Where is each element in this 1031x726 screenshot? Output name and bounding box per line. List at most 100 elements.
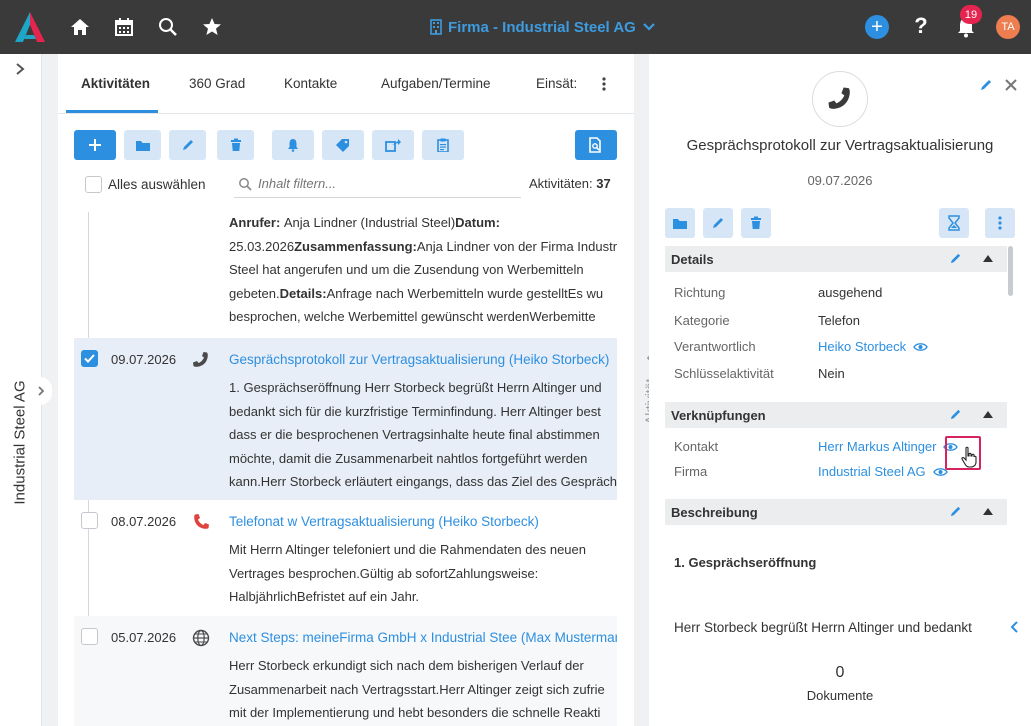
add-activity-button[interactable] bbox=[74, 130, 116, 160]
caret-up-icon[interactable] bbox=[983, 255, 993, 262]
entry-line: gebeten.Details:Anfrage nach Werbemittel… bbox=[229, 282, 617, 306]
entry-field-text: Steel hat angerufen und um die Zusendung… bbox=[229, 262, 584, 277]
chevron-down-icon[interactable] bbox=[642, 22, 656, 32]
eye-icon[interactable] bbox=[913, 342, 929, 352]
list-item[interactable]: 08.07.2026 Telefonat w Vertragsaktualisi… bbox=[74, 500, 617, 616]
list-item[interactable]: Anrufer: Anja Lindner (Industrial Steel)… bbox=[74, 209, 617, 339]
entry-field-text: Anja Lindner von der Firma Industri bbox=[416, 238, 617, 254]
edit-button[interactable] bbox=[169, 130, 206, 160]
entry-line: Zusammenarbeit nach Vertragsstart.Herr A… bbox=[229, 681, 605, 697]
entry-checkbox[interactable] bbox=[81, 512, 98, 529]
pencil-icon[interactable] bbox=[979, 78, 993, 92]
hourglass-icon bbox=[948, 215, 960, 231]
top-bar: Firma - Industrial Steel AG + ? 19 TA bbox=[0, 0, 1031, 54]
section-links-title: Verknüpfungen bbox=[671, 407, 766, 423]
entry-title-link[interactable]: Next Steps: meineFirma GmbH x Industrial… bbox=[229, 630, 617, 645]
chevron-right-icon[interactable] bbox=[13, 62, 27, 76]
entry-field-text: Anja Lindner (Industrial Steel) bbox=[283, 215, 456, 230]
phone-icon bbox=[828, 87, 850, 109]
list-item-selected[interactable]: 09.07.2026 Gesprächsprotokoll zur Vertra… bbox=[74, 338, 617, 500]
tag-button[interactable] bbox=[322, 130, 364, 160]
list-item[interactable]: 05.07.2026 Next Steps: meineFirma GmbH x… bbox=[74, 616, 617, 726]
more-tabs-icon[interactable] bbox=[594, 72, 614, 96]
check-icon bbox=[84, 354, 95, 363]
help-icon[interactable]: ? bbox=[910, 13, 932, 41]
section-description-title: Beschreibung bbox=[671, 504, 758, 520]
plus-icon bbox=[89, 139, 101, 151]
detail-scrollbar[interactable] bbox=[1008, 246, 1013, 296]
documents-label[interactable]: Dokumente bbox=[649, 688, 1031, 703]
section-details-header[interactable]: Details bbox=[665, 246, 1007, 272]
tab-tasks[interactable]: Aufgaben/Termine bbox=[381, 76, 491, 91]
detail-delete-button[interactable] bbox=[741, 208, 771, 238]
entry-date: 05.07.2026 bbox=[111, 630, 177, 645]
app-logo[interactable] bbox=[14, 11, 46, 43]
star-icon[interactable] bbox=[200, 15, 224, 39]
description-heading: 1. Gesprächseröffnung bbox=[674, 555, 817, 570]
page-title-text: Firma - Industrial Steel AG bbox=[448, 18, 636, 36]
pencil-icon[interactable] bbox=[949, 408, 962, 421]
page-title[interactable]: Firma - Industrial Steel AG bbox=[430, 0, 656, 54]
detail-edit-button[interactable] bbox=[703, 208, 733, 238]
folder-button[interactable] bbox=[124, 130, 161, 160]
pencil-icon bbox=[713, 218, 723, 228]
caret-up-icon[interactable] bbox=[983, 508, 993, 515]
detail-date: 09.07.2026 bbox=[807, 173, 873, 188]
select-all-checkbox[interactable] bbox=[85, 176, 102, 193]
pencil-icon[interactable] bbox=[949, 252, 962, 265]
folder-icon bbox=[673, 219, 687, 229]
report-button[interactable] bbox=[575, 130, 617, 160]
tab-activities[interactable]: Aktivitäten bbox=[81, 76, 150, 91]
section-description-header[interactable]: Beschreibung bbox=[665, 499, 1007, 525]
tab-360[interactable]: 360 Grad bbox=[189, 76, 245, 91]
entry-field-text: 25.03.2026 bbox=[229, 238, 295, 254]
activity-list-panel: Aktivitäten 360 Grad Kontakte Aufgaben/T… bbox=[58, 54, 634, 726]
tab-assignments[interactable]: Einsät: bbox=[536, 76, 577, 91]
detail-more-button[interactable] bbox=[985, 208, 1015, 238]
company-name: Industrial Steel AG bbox=[818, 464, 926, 479]
select-all-label: Alles auswählen bbox=[108, 177, 206, 192]
clipboard-button[interactable] bbox=[422, 130, 464, 160]
field-label: Schlüsselaktivität bbox=[674, 366, 774, 381]
create-button[interactable]: + bbox=[865, 15, 889, 39]
entry-title-link[interactable]: Gesprächsprotokoll zur Vertragsaktualisi… bbox=[229, 352, 609, 367]
chevron-right-icon bbox=[38, 386, 45, 396]
caret-up-icon[interactable] bbox=[983, 411, 993, 418]
responsible-link[interactable]: Heiko Storbeck bbox=[818, 339, 929, 354]
entry-title-link[interactable]: Telefonat w Vertragsaktualisierung (Heik… bbox=[229, 514, 539, 529]
filter-field[interactable] bbox=[234, 170, 521, 198]
filter-input[interactable] bbox=[258, 176, 498, 191]
contact-link[interactable]: Herr Markus Altinger bbox=[818, 439, 959, 454]
trash-icon bbox=[751, 216, 761, 229]
entry-line: Vertrages besprochen.Gültig ab sofortZah… bbox=[229, 565, 539, 581]
select-all[interactable]: Alles auswählen bbox=[85, 176, 206, 193]
field-label: Richtung bbox=[674, 285, 726, 300]
detail-folder-button[interactable] bbox=[665, 208, 695, 238]
home-icon[interactable] bbox=[68, 15, 92, 39]
eye-icon[interactable] bbox=[932, 467, 948, 477]
entry-checkbox[interactable] bbox=[81, 350, 98, 367]
entry-line: mit der Implementierung und hebt besonde… bbox=[229, 705, 601, 720]
bell-icon bbox=[288, 139, 298, 152]
folder-icon bbox=[135, 141, 150, 151]
avatar[interactable]: TA bbox=[996, 15, 1020, 39]
tab-contacts[interactable]: Kontakte bbox=[284, 76, 337, 91]
export-button[interactable] bbox=[372, 130, 414, 160]
entry-date: 09.07.2026 bbox=[111, 352, 177, 367]
delete-button[interactable] bbox=[217, 130, 254, 160]
entry-line: Mit Herrn Altinger telefoniert und die R… bbox=[229, 542, 586, 557]
documents-count: 0 bbox=[835, 664, 845, 681]
search-icon[interactable] bbox=[156, 15, 180, 39]
pencil-icon[interactable] bbox=[949, 505, 962, 518]
calendar-icon[interactable] bbox=[112, 15, 136, 39]
entry-checkbox[interactable] bbox=[81, 628, 98, 645]
sidebar-toggle[interactable] bbox=[30, 377, 52, 405]
chevron-left-icon[interactable] bbox=[1009, 620, 1019, 634]
detail-timer-button[interactable] bbox=[939, 208, 969, 238]
company-link[interactable]: Industrial Steel AG bbox=[818, 464, 948, 479]
notify-button[interactable] bbox=[272, 130, 314, 160]
close-icon[interactable] bbox=[1005, 79, 1017, 91]
document-search-icon bbox=[589, 137, 601, 153]
section-links-header[interactable]: Verknüpfungen bbox=[665, 402, 1007, 428]
field-value: ausgehend bbox=[818, 285, 883, 300]
